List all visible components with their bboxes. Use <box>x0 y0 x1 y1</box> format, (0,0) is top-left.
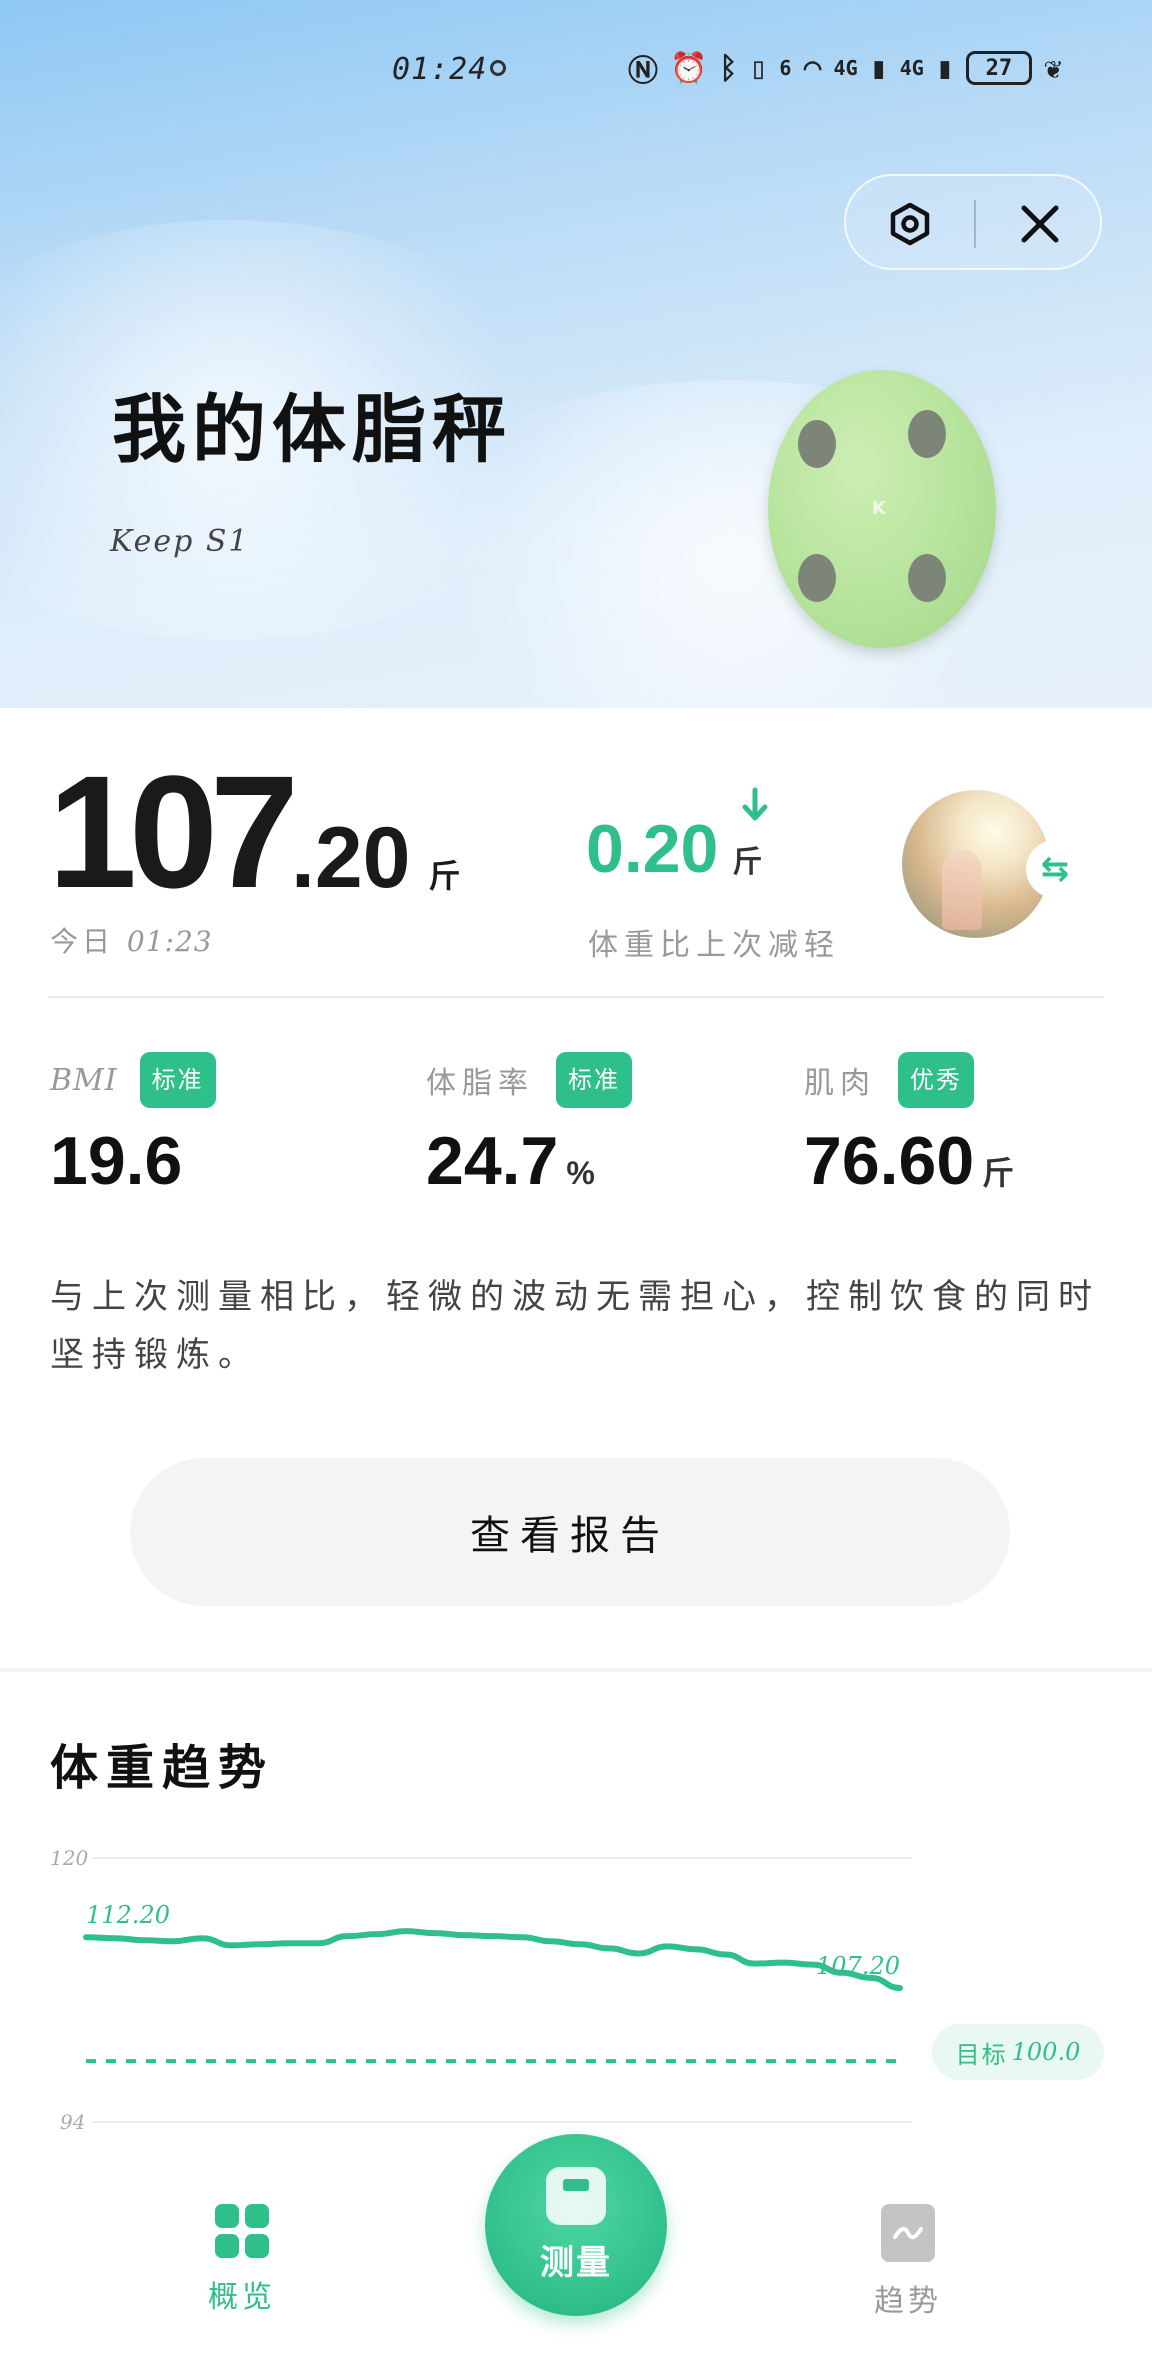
metric-bmi[interactable]: BMI 标准 19.6 <box>50 1052 216 1200</box>
trend-title: 体重趋势 <box>50 1740 275 1796</box>
metric-label: BMI <box>50 1062 118 1098</box>
scale-logo: K <box>872 498 886 519</box>
divider <box>48 996 1104 998</box>
metric-muscle[interactable]: 肌肉 优秀 76.60 斤 <box>804 1052 1014 1200</box>
goal-label: 目标 <box>955 2040 1008 2069</box>
signal-icon: ▮ <box>869 50 888 86</box>
metric-label: 体脂率 <box>426 1066 534 1101</box>
network-label-1: 4G <box>833 56 858 80</box>
status-time: 01:24 <box>392 52 488 87</box>
header-banner: 01:24 Ⓝ ⏰ ᛒ ▯ 6 ◠ 4G ▮ 4G ▮ 27 ❦ 我的体脂秤 K… <box>0 0 1152 708</box>
weight-trend-chart[interactable]: 120 94 112.20 107.20 <box>0 1820 1152 2160</box>
weight-unit: 斤 <box>428 858 461 894</box>
view-report-button[interactable]: 查看报告 <box>130 1458 1010 1606</box>
section-divider <box>0 1668 1152 1672</box>
goal-badge: 目标 100.0 <box>932 2024 1104 2080</box>
metric-body-fat[interactable]: 体脂率 标准 24.7% <box>426 1052 632 1200</box>
change-value: 0.20 <box>586 811 719 887</box>
scale-electrode <box>908 554 946 602</box>
network-label-2: 4G <box>899 56 924 80</box>
close-button[interactable] <box>976 176 1104 272</box>
current-weight: 107.20 斤 <box>48 740 461 924</box>
advice-text: 与上次测量相比，轻微的波动无需担心，控制饮食的同时坚持锻炼。 <box>50 1277 1100 1375</box>
nfc-icon: Ⓝ <box>628 54 658 89</box>
status-badge: 标准 <box>139 1052 216 1108</box>
wifi-icon: ◠ <box>803 50 822 86</box>
weight-series-line <box>83 1928 903 1991</box>
scale-electrode <box>798 420 836 468</box>
y-tick-label: 94 <box>60 2110 85 2134</box>
weight-change: 0.20 斤 <box>586 810 762 888</box>
metric-value: 76.60 <box>804 1123 975 1199</box>
start-data-label: 112.20 <box>86 1901 170 1929</box>
scale-icon <box>546 2166 606 2225</box>
capsule-menu <box>844 174 1102 270</box>
measure-date: 今日 01:23 <box>50 920 213 960</box>
weight-decimal: .20 <box>290 810 411 906</box>
scale-electrode <box>798 554 836 602</box>
swap-icon: ⇆ <box>1040 849 1070 889</box>
hexagon-settings-icon <box>890 202 930 246</box>
goal-value: 100.0 <box>1011 2038 1081 2066</box>
nav-trend[interactable]: 趋势 <box>828 2204 988 2320</box>
settings-button[interactable] <box>846 176 974 272</box>
bluetooth-icon: ᛒ <box>719 50 738 86</box>
nav-label: 趋势 <box>874 2284 942 2319</box>
avatar-figure <box>942 850 982 930</box>
status-bar: 01:24 Ⓝ ⏰ ᛒ ▯ 6 ◠ 4G ▮ 4G ▮ 27 ❦ <box>0 44 1152 94</box>
status-icons: Ⓝ ⏰ ᛒ ▯ 6 ◠ 4G ▮ 4G ▮ 27 ❦ <box>628 46 1062 90</box>
status-badge: 优秀 <box>898 1052 974 1108</box>
measure-label: 测量 <box>540 2242 612 2283</box>
metric-unit: 斤 <box>982 1155 1015 1191</box>
battery-indicator: 27 <box>965 51 1032 85</box>
page-title: 我的体脂秤 <box>112 387 512 473</box>
metric-unit: % <box>566 1155 595 1191</box>
metric-value: 19.6 <box>50 1123 183 1199</box>
measure-button[interactable]: 测量 <box>485 2134 667 2316</box>
alarm-icon: ⏰ <box>670 50 708 86</box>
scale-electrode <box>908 410 946 458</box>
status-notification-icon <box>490 60 506 76</box>
scale-image: K <box>768 370 996 648</box>
measure-time: 01:23 <box>126 925 213 958</box>
change-label: 体重比上次减轻 <box>588 928 840 963</box>
y-tick-label: 120 <box>50 1846 88 1870</box>
close-icon <box>1021 205 1059 243</box>
vibrate-icon: ▯ <box>749 50 768 86</box>
end-data-label: 107.20 <box>816 1952 900 1980</box>
grid-icon <box>215 2204 269 2258</box>
arrow-down-icon <box>742 787 768 821</box>
device-model: Keep S1 <box>110 524 250 559</box>
trend-icon <box>881 2204 935 2262</box>
nav-label: 概览 <box>208 2280 276 2315</box>
metric-value: 24.7 <box>426 1123 559 1199</box>
status-badge: 标准 <box>556 1052 632 1108</box>
nav-overview[interactable]: 概览 <box>162 2204 322 2316</box>
leaf-icon: ❦ <box>1043 50 1062 86</box>
switch-user-button[interactable]: ⇆ <box>1026 840 1084 898</box>
metric-label: 肌肉 <box>804 1066 876 1101</box>
wifi-badge: 6 <box>779 56 792 80</box>
signal-icon: ▮ <box>935 50 954 86</box>
date-text: 今日 <box>50 925 115 958</box>
change-unit: 斤 <box>732 846 763 879</box>
weight-integer: 107 <box>48 742 299 921</box>
